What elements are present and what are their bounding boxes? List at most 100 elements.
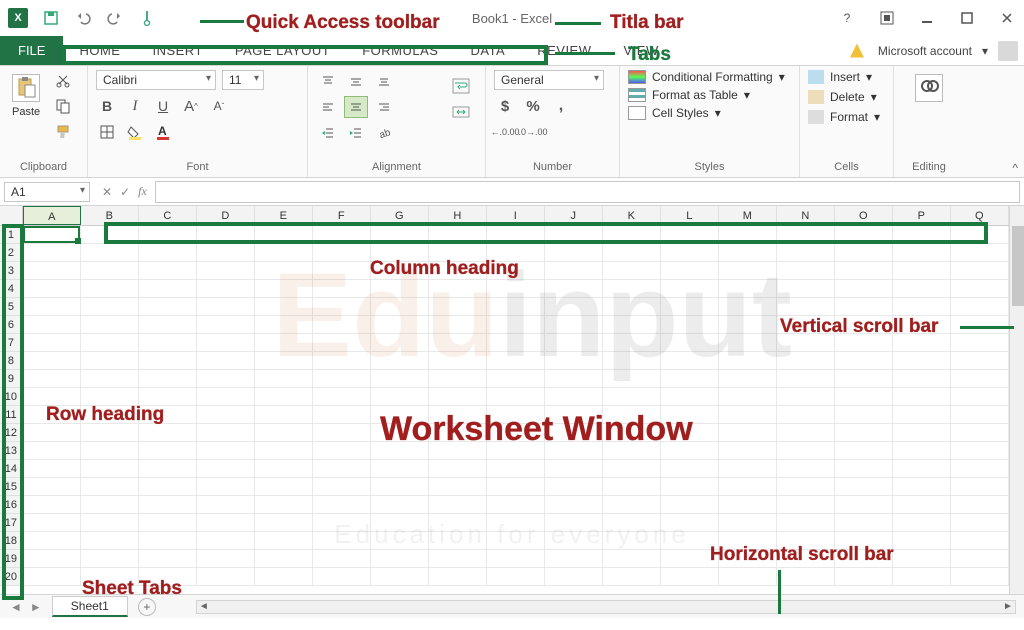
redo-icon[interactable] <box>106 9 124 27</box>
cell[interactable] <box>313 478 371 496</box>
cell[interactable] <box>661 352 719 370</box>
cell[interactable] <box>429 442 487 460</box>
cell[interactable] <box>603 280 661 298</box>
row-header-8[interactable]: 8 <box>0 352 22 370</box>
cell[interactable] <box>255 370 313 388</box>
align-middle-icon[interactable] <box>344 70 368 92</box>
cell[interactable] <box>893 424 951 442</box>
cell[interactable] <box>81 244 139 262</box>
cell[interactable] <box>835 370 893 388</box>
align-bottom-icon[interactable] <box>372 70 396 92</box>
cell[interactable] <box>81 406 139 424</box>
cell[interactable] <box>81 226 139 244</box>
row-header-20[interactable]: 20 <box>0 568 22 586</box>
cell[interactable] <box>313 298 371 316</box>
cell[interactable] <box>429 496 487 514</box>
tab-view[interactable]: VIEW <box>608 36 675 65</box>
cell[interactable] <box>139 316 197 334</box>
cell[interactable] <box>603 460 661 478</box>
row-header-5[interactable]: 5 <box>0 298 22 316</box>
cell[interactable] <box>777 460 835 478</box>
ribbon-display-icon[interactable] <box>878 9 896 27</box>
cell[interactable] <box>719 316 777 334</box>
cell[interactable] <box>719 226 777 244</box>
cell[interactable] <box>835 406 893 424</box>
cell[interactable] <box>719 478 777 496</box>
cell[interactable] <box>545 406 603 424</box>
cell[interactable] <box>835 298 893 316</box>
cancel-formula-icon[interactable]: ✕ <box>102 185 112 199</box>
cell[interactable] <box>139 280 197 298</box>
fx-icon[interactable]: fx <box>138 184 147 199</box>
conditional-formatting-button[interactable]: Conditional Formatting ▾ <box>628 70 785 84</box>
cell[interactable] <box>951 424 1009 442</box>
cell[interactable] <box>429 550 487 568</box>
row-header-12[interactable]: 12 <box>0 424 22 442</box>
cell[interactable] <box>197 424 255 442</box>
cell[interactable] <box>661 280 719 298</box>
cell[interactable] <box>951 388 1009 406</box>
cell[interactable] <box>835 478 893 496</box>
cell[interactable] <box>835 514 893 532</box>
cell[interactable] <box>777 244 835 262</box>
cell[interactable] <box>23 280 81 298</box>
vertical-scrollbar[interactable] <box>1009 206 1024 594</box>
cell[interactable] <box>23 442 81 460</box>
cell[interactable] <box>139 370 197 388</box>
cell[interactable] <box>951 352 1009 370</box>
cell[interactable] <box>487 280 545 298</box>
cell[interactable] <box>371 532 429 550</box>
cell[interactable] <box>661 316 719 334</box>
cell[interactable] <box>603 262 661 280</box>
row-header-13[interactable]: 13 <box>0 442 22 460</box>
cell[interactable] <box>23 244 81 262</box>
cell[interactable] <box>81 478 139 496</box>
cell[interactable] <box>313 262 371 280</box>
cell[interactable] <box>371 334 429 352</box>
column-header-B[interactable]: B <box>81 206 139 225</box>
cell[interactable] <box>371 226 429 244</box>
cell[interactable] <box>719 532 777 550</box>
cell[interactable] <box>255 424 313 442</box>
row-header-16[interactable]: 16 <box>0 496 22 514</box>
fill-color-icon[interactable] <box>124 122 146 142</box>
row-header-3[interactable]: 3 <box>0 262 22 280</box>
cell[interactable] <box>487 244 545 262</box>
tab-page-layout[interactable]: PAGE LAYOUT <box>219 36 346 65</box>
cell[interactable] <box>429 532 487 550</box>
cell[interactable] <box>139 406 197 424</box>
cell[interactable] <box>487 424 545 442</box>
cell[interactable] <box>197 244 255 262</box>
column-header-M[interactable]: M <box>719 206 777 225</box>
cell[interactable] <box>81 388 139 406</box>
cell[interactable] <box>371 406 429 424</box>
cell[interactable] <box>139 460 197 478</box>
cell[interactable] <box>23 532 81 550</box>
cell[interactable] <box>545 514 603 532</box>
cell[interactable] <box>661 550 719 568</box>
column-header-D[interactable]: D <box>197 206 255 225</box>
cell[interactable] <box>139 262 197 280</box>
cell[interactable] <box>487 568 545 586</box>
cell[interactable] <box>661 388 719 406</box>
cell[interactable] <box>777 352 835 370</box>
align-left-icon[interactable] <box>316 96 340 118</box>
borders-icon[interactable] <box>96 122 118 142</box>
cell[interactable] <box>719 514 777 532</box>
cell[interactable] <box>255 226 313 244</box>
column-header-E[interactable]: E <box>255 206 313 225</box>
cell[interactable] <box>197 388 255 406</box>
cell[interactable] <box>545 550 603 568</box>
cell[interactable] <box>429 226 487 244</box>
cell[interactable] <box>197 334 255 352</box>
cell[interactable] <box>371 424 429 442</box>
cell[interactable] <box>23 334 81 352</box>
cell[interactable] <box>371 550 429 568</box>
cell[interactable] <box>487 334 545 352</box>
cell[interactable] <box>661 334 719 352</box>
cell[interactable] <box>139 550 197 568</box>
format-cells-button[interactable]: Format ▾ <box>808 110 880 124</box>
cell[interactable] <box>835 316 893 334</box>
row-header-10[interactable]: 10 <box>0 388 22 406</box>
row-header-4[interactable]: 4 <box>0 280 22 298</box>
